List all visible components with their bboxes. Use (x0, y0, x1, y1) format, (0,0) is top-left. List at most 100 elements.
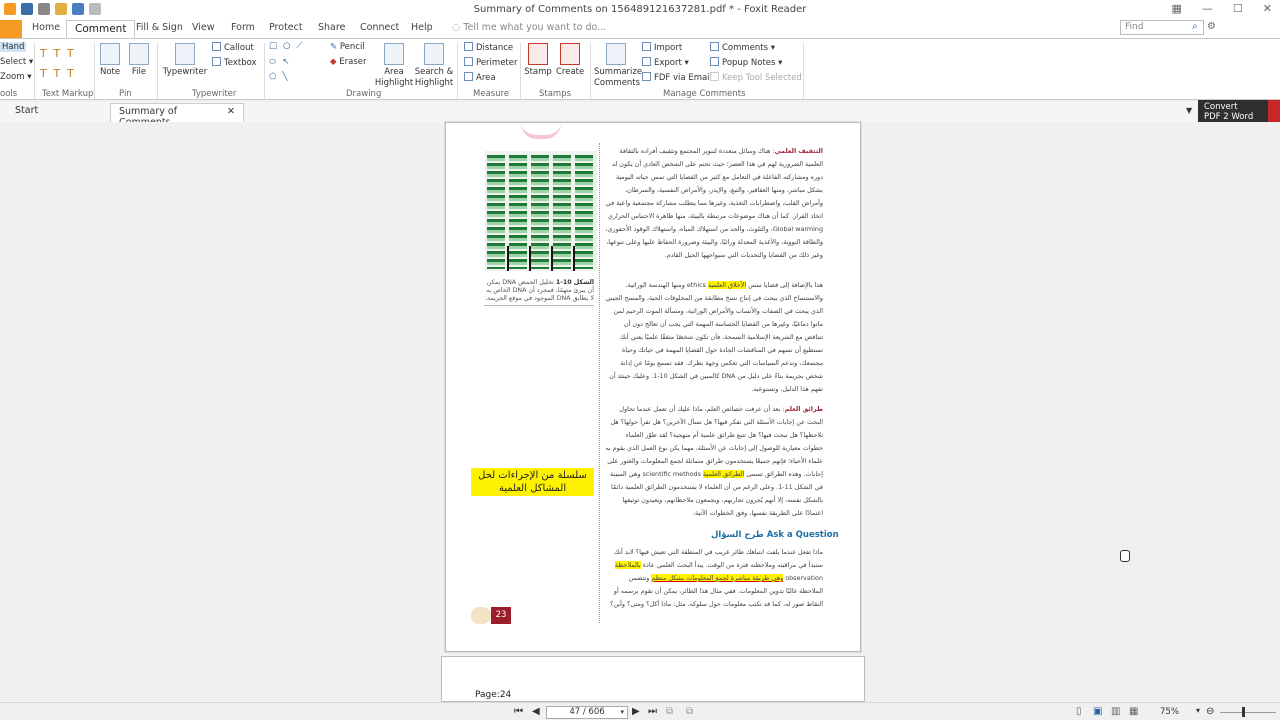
chevron-down-icon[interactable]: ▾ (620, 707, 624, 718)
document-viewport[interactable]: الشكل 10-1 تحليل الحمض DNA يمكن أن يبرئ … (0, 122, 1280, 702)
divider (803, 43, 804, 99)
last-page-button[interactable]: ⏭ (648, 706, 657, 717)
tab-protect[interactable]: Protect (269, 22, 303, 33)
perimeter-button[interactable]: Perimeter (464, 57, 517, 68)
create-stamp-button[interactable]: Create (556, 43, 584, 78)
settings-icon[interactable]: ⚙ (1207, 21, 1216, 32)
file-menu-button[interactable] (0, 20, 22, 38)
tab-fill-sign[interactable]: Fill & Sign (136, 22, 183, 33)
popup-notes-icon (710, 57, 719, 66)
fdf-email-button[interactable]: FDF via Email (642, 72, 712, 83)
area-button[interactable]: Area (464, 72, 496, 83)
stamp-icon (528, 43, 548, 65)
close-tab-icon[interactable]: ✕ (227, 106, 235, 117)
first-page-button[interactable]: ⏮ (514, 706, 523, 717)
zoom-tool[interactable]: Zoom ▾ (0, 72, 31, 82)
para4-mid: observation (785, 574, 823, 582)
facing-page-icon[interactable]: ▥ (1111, 706, 1120, 717)
pencil-label: Pencil (339, 42, 365, 52)
paragraph-methods: طرائق العلم: بعد أن عرفت خصائص العلم، ما… (605, 405, 823, 517)
summarize-comments-button[interactable]: Summarize Comments (594, 43, 642, 89)
continuous-facing-icon[interactable]: ▦ (1129, 706, 1138, 717)
tab-view[interactable]: View (192, 22, 215, 33)
pencil-button[interactable]: ✎ Pencil (330, 42, 365, 52)
tools-group-label: ools (0, 89, 18, 99)
tab-list-chevron-icon[interactable]: ▼ (1186, 106, 1192, 115)
hand-cursor-icon (1120, 550, 1130, 562)
convert-pdf-to-word-banner[interactable]: Convert PDF 2 Word (1198, 100, 1268, 122)
grid-icon[interactable]: ▦ (1172, 2, 1182, 15)
tab-connect[interactable]: Connect (360, 22, 399, 33)
typewriter-button[interactable]: Typewriter (162, 43, 208, 78)
zoom-level[interactable]: 75% (1160, 707, 1179, 717)
tab-share[interactable]: Share (318, 22, 345, 33)
textbox-button[interactable]: Textbox (212, 57, 257, 68)
next-page-button[interactable]: ▶ (632, 706, 640, 717)
comments-dropdown[interactable]: Comments ▾ (710, 42, 775, 53)
window-title: Summary of Comments on 156489121637281.p… (473, 4, 807, 15)
callout-button[interactable]: Callout (212, 42, 254, 53)
pink-decoration (521, 123, 561, 139)
zoom-out-icon[interactable]: ⊖ (1206, 706, 1214, 717)
tab-start[interactable]: Start (15, 105, 38, 116)
export-label: Export (654, 58, 682, 68)
file-label: File (131, 67, 147, 77)
shape-tools-row3[interactable]: ⬠╲ (269, 72, 294, 82)
para2-pre: هذا بالإضافة إلى قضايا تمس (748, 281, 823, 289)
note-button[interactable]: Note (98, 43, 122, 78)
import-button[interactable]: Import (642, 42, 682, 53)
distance-button[interactable]: Distance (464, 42, 513, 53)
search-highlight-button[interactable]: Search & Highlight (414, 43, 454, 89)
gel-lane (531, 155, 549, 269)
export-button[interactable]: Export ▾ (642, 57, 689, 68)
tab-form[interactable]: Form (231, 22, 255, 33)
stamp-button[interactable]: Stamp (524, 43, 552, 78)
area-highlight-button[interactable]: Area Highlight (374, 43, 414, 89)
zoom-slider[interactable] (1220, 712, 1276, 713)
file-attach-button[interactable]: File (128, 43, 150, 78)
keep-tool-selected-toggle[interactable]: Keep Tool Selected (710, 72, 802, 83)
tell-me-input[interactable]: ◌ Tell me what you want to do... (452, 22, 606, 33)
previous-page-button[interactable]: ◀ (532, 706, 540, 717)
maximize-button[interactable]: ☐ (1233, 2, 1243, 15)
comments-icon (710, 42, 719, 51)
page-indicator: 47 / 606 (569, 707, 605, 717)
popup-notes-label: Popup Notes (722, 58, 776, 68)
zoom-dropdown-icon[interactable]: ▾ (1196, 706, 1200, 715)
highlighted-scientific-methods[interactable]: الطرائق العلمية (702, 470, 745, 478)
highlighted-ethics[interactable]: الأخلاق العلمية (708, 281, 747, 289)
tab-comment[interactable]: Comment (66, 20, 136, 39)
continuous-page-icon[interactable]: ▣ (1093, 706, 1102, 717)
divider (590, 43, 591, 99)
paragraph-science-literacy: التثقيف العلمي: هناك وسائل متعددة لتنوير… (605, 147, 823, 259)
select-tool[interactable]: Select ▾ (0, 57, 33, 67)
shape-tools-row1[interactable]: □○⟋ (269, 41, 308, 51)
single-page-icon[interactable]: ▯ (1076, 706, 1082, 717)
zoom-slider-handle[interactable] (1242, 707, 1245, 717)
search-icon[interactable]: ⌕ (1192, 21, 1198, 32)
ruler-icon (464, 42, 473, 51)
yellow-callout-note[interactable]: سلسلة من الإجراءات لحل المشاكل العلمية (471, 468, 594, 496)
tab-help[interactable]: Help (411, 22, 433, 33)
eraser-button[interactable]: ◆ Eraser (330, 57, 366, 67)
tab-summary-of-comments[interactable]: Summary of Comments... ✕ (110, 103, 244, 128)
popup-notes-dropdown[interactable]: Popup Notes ▾ (710, 57, 782, 68)
divider (520, 43, 521, 99)
search-highlight-icon (424, 43, 444, 65)
minimize-button[interactable]: — (1202, 2, 1213, 15)
typewriter-icon (175, 43, 195, 65)
next-view-icon[interactable]: ⧉ (686, 706, 693, 717)
area-highlight-icon (384, 43, 404, 65)
underline-text-icons[interactable]: TTT (40, 67, 81, 80)
perimeter-icon (464, 57, 473, 66)
hand-tool[interactable]: Hand (0, 42, 27, 52)
page-number-input[interactable]: 47 / 606 ▾ (546, 706, 628, 719)
search-highlight-label: Search & Highlight (414, 67, 454, 88)
highlighted-definition[interactable]: وهي طريقة مباشرة لجمع المعلومات بشكل منظ… (651, 574, 784, 582)
highlighted-observation[interactable]: بالملاحظة (614, 561, 641, 569)
shape-tools-row2[interactable]: ⬭↖ (269, 57, 295, 67)
highlight-text-icons[interactable]: TTT (40, 47, 81, 60)
tab-home[interactable]: Home (32, 22, 60, 33)
close-button[interactable]: ✕ (1263, 2, 1272, 15)
previous-view-icon[interactable]: ⧉ (666, 706, 673, 717)
